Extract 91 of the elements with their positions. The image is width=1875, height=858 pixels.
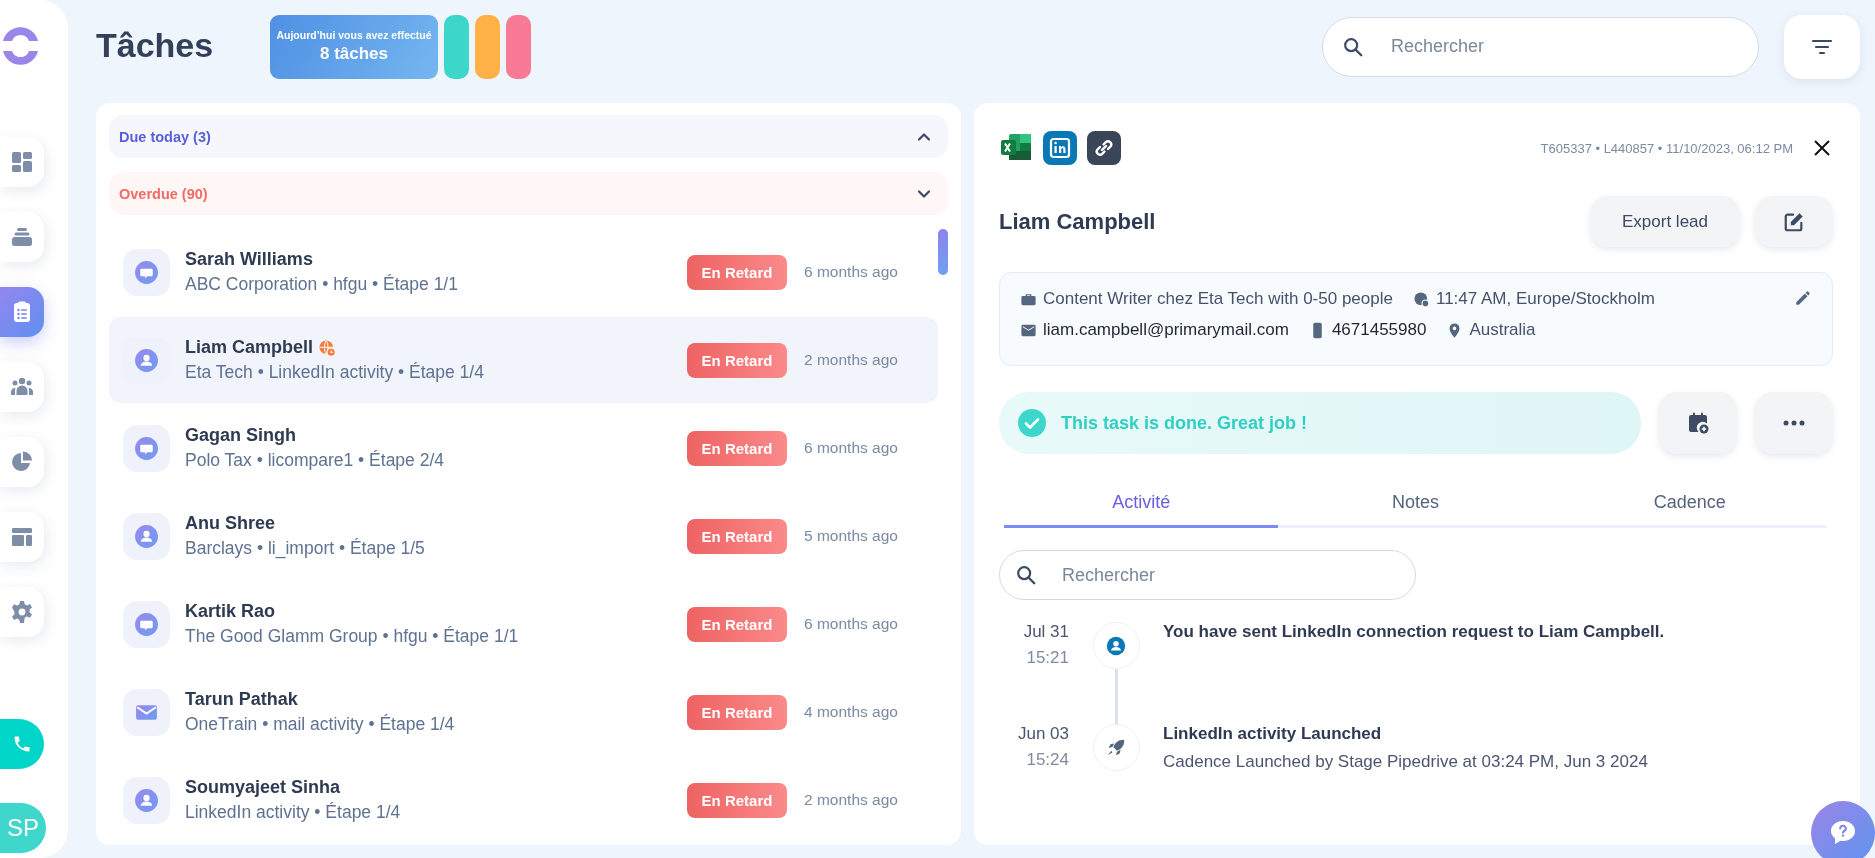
info-timezone-text: 11:47 AM, Europe/Stockholm	[1435, 289, 1655, 309]
page-title: Tâches	[96, 26, 215, 65]
task-subtitle: Polo Tax • licompare1 • Étape 2/4	[185, 450, 446, 471]
info-phone-text: 4671455980	[1331, 320, 1427, 340]
activity-time: 15:21	[1025, 648, 1069, 668]
status-badge: En Retard	[687, 254, 787, 290]
task-subtitle: Eta Tech • LinkedIn activity • Étape 1/4	[185, 362, 485, 383]
edit-button[interactable]	[1755, 196, 1833, 247]
status-badge: En Retard	[687, 518, 787, 554]
contact-name: Tarun Pathak	[185, 689, 298, 710]
search-field[interactable]: Rechercher	[999, 550, 1416, 600]
search-icon	[1015, 564, 1037, 586]
group-label: Overdue (90)	[119, 185, 208, 202]
status-badge: En Retard	[687, 782, 787, 818]
task-time: 6 months ago	[804, 439, 899, 457]
help-button[interactable]	[1811, 801, 1875, 858]
link-icon[interactable]	[1087, 131, 1121, 165]
person-icon	[134, 347, 159, 373]
status-badge: En Retard	[687, 430, 787, 466]
info-email-text: liam.campbell@primarymail.com	[1043, 320, 1289, 340]
person-icon	[134, 523, 159, 549]
activity-detail: Cadence Launched by Stage Pipedrive at 03:24 PM, Jun 3 2024	[1163, 752, 1649, 772]
chat-icon	[134, 435, 159, 461]
search-field[interactable]: Rechercher	[1322, 16, 1759, 77]
tab[interactable]: Activité	[1004, 484, 1279, 528]
status-badge: En Retard	[687, 694, 787, 730]
activity-date: Jul 31	[1022, 622, 1069, 642]
task-done-message: This task is done. Great job !	[1061, 412, 1308, 434]
schedule-button[interactable]	[1659, 392, 1737, 454]
nav-button[interactable]	[0, 212, 44, 262]
task-time: 6 months ago	[804, 263, 899, 281]
lead-name: Liam Campbell	[999, 208, 1157, 235]
group-header[interactable]: Due today (3)	[109, 115, 948, 158]
task-count: 8 tâches	[319, 44, 388, 64]
more-icon	[1783, 420, 1805, 426]
person-icon	[1105, 634, 1127, 657]
tab[interactable]: Notes	[1278, 484, 1553, 528]
task-time: 5 months ago	[804, 527, 899, 545]
status-badge: En Retard	[687, 342, 787, 378]
search-icon	[1342, 35, 1364, 58]
call-button[interactable]	[0, 719, 44, 769]
close-icon	[1813, 139, 1831, 157]
nav-button[interactable]	[0, 512, 44, 562]
pie-chart-icon	[10, 450, 34, 474]
activity-title: You have sent LinkedIn connection request to Liam Campbell.	[1163, 622, 1666, 642]
nav-button[interactable]	[0, 587, 44, 637]
nav-button[interactable]	[0, 437, 44, 487]
task-meta: T605337 • L440857 • 11/10/2023, 06:12 PM	[1540, 140, 1793, 156]
task-row[interactable]: Liam Campbell Eta Tech • LinkedIn activity • Étape 1/4 En Retard 2 months ago	[109, 317, 938, 403]
linkedin-icon[interactable]	[1043, 131, 1077, 165]
nav-button[interactable]	[0, 287, 44, 337]
contact-name: Soumyajeet Sinha	[185, 777, 341, 798]
contact-name: Gagan Singh	[185, 425, 296, 446]
activity-title: LinkedIn activity Launched	[1163, 724, 1383, 744]
dashboard-icon	[10, 150, 34, 174]
contact-name: Sarah Williams	[185, 249, 313, 270]
banner-caption: Aujourd’hui vous avez effectué	[276, 29, 432, 41]
task-subtitle: Barclays • li_import • Étape 1/5	[185, 538, 426, 559]
contact-name: Anu Shree	[185, 513, 276, 534]
info-location-text: Australia	[1469, 320, 1536, 340]
calendar-plus-icon	[1686, 411, 1710, 435]
task-time: 2 months ago	[804, 791, 899, 809]
layout-icon	[10, 525, 34, 549]
task-time: 2 months ago	[804, 351, 899, 369]
settings-icon	[10, 600, 34, 624]
person-icon	[134, 787, 159, 813]
task-subtitle: LinkedIn activity • Étape 1/4	[185, 802, 402, 823]
tray-stack-icon	[10, 225, 34, 249]
contact-name: Kartik Rao	[185, 601, 276, 622]
activity-date: Jun 03	[1016, 724, 1069, 744]
task-time: 4 months ago	[804, 703, 899, 721]
tab[interactable]: Cadence	[1552, 484, 1827, 528]
nav-button[interactable]	[0, 137, 44, 187]
chat-icon	[134, 611, 159, 637]
nav-button[interactable]	[0, 362, 44, 412]
status-badge: En Retard	[687, 606, 787, 642]
info-job-text: Content Writer chez Eta Tech with 0-50 people	[1043, 289, 1393, 309]
scrollbar-thumb[interactable]	[938, 229, 948, 275]
check-circle-icon	[1017, 408, 1047, 438]
group-label: Due today (3)	[119, 128, 211, 145]
pencil-icon	[1794, 289, 1812, 307]
task-subtitle: The Good Glamm Group • hfgu • Étape 1/1	[185, 626, 520, 647]
activity-time: 15:24	[1025, 750, 1069, 770]
phone-icon	[12, 734, 32, 754]
export-button[interactable]: Export lead	[1590, 196, 1740, 247]
chat-icon	[134, 259, 159, 285]
task-subtitle: OneTrain • mail activity • Étape 1/4	[185, 714, 456, 735]
contact-name: Liam Campbell	[185, 337, 314, 358]
task-subtitle: ABC Corporation • hfgu • Étape 1/1	[185, 274, 459, 295]
edit-icon	[1783, 210, 1805, 233]
task-time: 6 months ago	[804, 615, 899, 633]
